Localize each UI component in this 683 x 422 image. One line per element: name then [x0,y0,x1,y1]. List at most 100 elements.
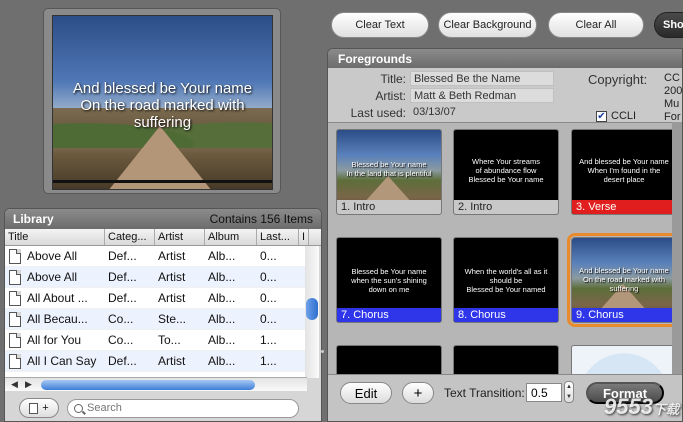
cell-category: Def... [108,354,137,368]
cell-artist: To... [158,333,181,347]
cell-last: 1... [260,354,277,368]
table-row[interactable]: All for You Co... To... Alb... 1... [5,330,305,351]
splitter-handle[interactable] [321,350,324,353]
slide-line: In the land that is plentiful [346,169,432,178]
table-row[interactable]: Above All Def... Artist Alb... 0... [5,267,305,288]
slide-label: 3. Verse [572,200,676,214]
scroll-right-icon[interactable]: ▶ [25,379,32,390]
ccli-checkbox[interactable]: ✔ CCLI [596,110,636,122]
slide-thumbnail[interactable]: And blessed be Your name When I'm found … [571,129,677,215]
slide-label: 9. Chorus [572,308,676,322]
stepper-up-icon[interactable]: ▲ [565,382,573,392]
cell-artist: Artist [158,270,186,284]
library-vertical-scrollbar[interactable] [305,246,319,378]
slide-line: Blessed be Your name [468,175,544,184]
clear-text-button[interactable]: Clear Text [331,12,429,38]
copyright-label: Copyright: [588,72,648,87]
text-transition-input[interactable] [526,383,562,402]
cell-title: All About ... [27,291,88,305]
artist-field[interactable]: Matt & Beth Redman [410,88,554,103]
slide-label: 7. Chorus [337,308,441,322]
last-used-label: Last used: [350,106,406,120]
column-header-category[interactable]: Categ... [105,229,155,245]
slides-scrollbar[interactable] [672,122,682,374]
slide-line: down on me [368,285,410,294]
add-item-button[interactable]: + [19,398,59,418]
add-slide-button[interactable]: + [402,382,434,404]
slide-text: Where Your streams of abundance flow Ble… [457,157,555,184]
cell-album: Alb... [208,354,236,368]
slide-line: When I'm found in the [587,166,661,175]
cell-artist: Artist [158,249,186,263]
slide-line: suffering [609,284,639,293]
slide-line: desert place [603,175,645,184]
slide-line: And blessed be Your name [579,157,669,166]
copyright-text: CC 200 Mu For [664,72,682,124]
library-count: Contains 156 Items [209,212,313,226]
table-row[interactable]: All Becau... Co... Ste... Alb... 0... [5,309,305,330]
slide-line: Blessed be Your name [351,267,427,276]
slide-line: And blessed be Your name [579,266,669,275]
cell-category: Def... [108,270,137,284]
clear-background-button[interactable]: Clear Background [438,12,537,38]
slide-line: When the world's all as it [464,267,548,276]
title-label: Title: [380,72,406,86]
transition-stepper[interactable]: ▲ ▼ [564,381,574,403]
stepper-down-icon[interactable]: ▼ [565,392,573,402]
search-field[interactable] [67,398,299,418]
library-footer: + [5,393,321,421]
table-row[interactable]: All About ... Def... Artist Alb... 0... [5,288,305,309]
watermark-logo: 9553下载 [604,394,679,420]
checkbox-checked-icon[interactable]: ✔ [596,110,607,122]
clear-all-button[interactable]: Clear All [548,12,644,38]
slide-label: 1. Intro [337,200,441,214]
table-row[interactable]: All I Can Say Def... Artist Alb... 1... [5,351,305,372]
column-header-album[interactable]: Album [205,229,257,245]
cell-album: Alb... [208,270,236,284]
column-header-artist[interactable]: Artist [155,229,205,245]
slide-text: And blessed be Your name On the road mar… [575,266,673,293]
scroll-thumb[interactable] [306,298,318,320]
last-used-value: 03/13/07 [413,106,456,118]
text-transition-label: Text Transition: [444,386,525,400]
library-horizontal-scrollbar[interactable]: ◀ ▶ [5,377,307,391]
slide-text: And blessed be Your name When I'm found … [575,157,673,184]
slide-thumbnail[interactable]: When the world's all as it should be Ble… [453,237,559,323]
preview-frame: And blessed be Your name On the road mar… [43,8,281,194]
artist-label: Artist: [375,89,406,103]
song-metadata: Title: Blessed Be the Name Artist: Matt … [328,68,682,124]
ccli-label: CCLI [611,110,637,122]
slide-thumbnail[interactable]: Blessed be Your name In the land that is… [336,129,442,215]
slide-thumbnail-selected[interactable]: And blessed be Your name On the road mar… [567,233,681,327]
cell-album: Alb... [208,333,236,347]
document-icon [9,290,21,306]
search-input[interactable] [87,402,277,414]
copyright-line: Mu [664,98,680,110]
slide-thumbnail[interactable]: Where Your streams of abundance flow Ble… [453,129,559,215]
slides-grid: Blessed be Your name In the land that is… [328,122,681,421]
live-preview[interactable]: And blessed be Your name On the road mar… [52,15,273,190]
title-field[interactable]: Blessed Be the Name [410,71,554,86]
scroll-left-icon[interactable]: ◀ [11,379,18,390]
cell-last: 1... [260,333,277,347]
preview-bottom-bar [53,180,272,183]
column-header-title[interactable]: Title [5,229,105,245]
show-button[interactable]: Sho [654,12,683,38]
preview-line: suffering [133,114,192,131]
cell-category: Co... [108,333,134,347]
slide-label: 2. Intro [454,200,558,214]
column-header-last[interactable]: Last... [257,229,299,245]
table-row[interactable]: Above All Def... Artist Alb... 0... [5,246,305,267]
scroll-thumb[interactable] [41,380,255,390]
column-header-extra[interactable]: I [299,229,309,245]
slide-text: Blessed be Your name In the land that is… [340,160,438,178]
slide-thumbnail[interactable]: Blessed be Your name when the sun's shin… [336,237,442,323]
preview-line: On the road marked with [80,97,245,114]
preview-line: And blessed be Your name [72,80,253,97]
slide-line: Where Your streams [472,157,540,166]
slide-text: When the world's all as it should be Ble… [457,267,555,294]
cell-category: Def... [108,249,137,263]
cell-last: 0... [260,249,277,263]
cell-artist: Ste... [158,312,187,326]
edit-button[interactable]: Edit [340,382,392,404]
